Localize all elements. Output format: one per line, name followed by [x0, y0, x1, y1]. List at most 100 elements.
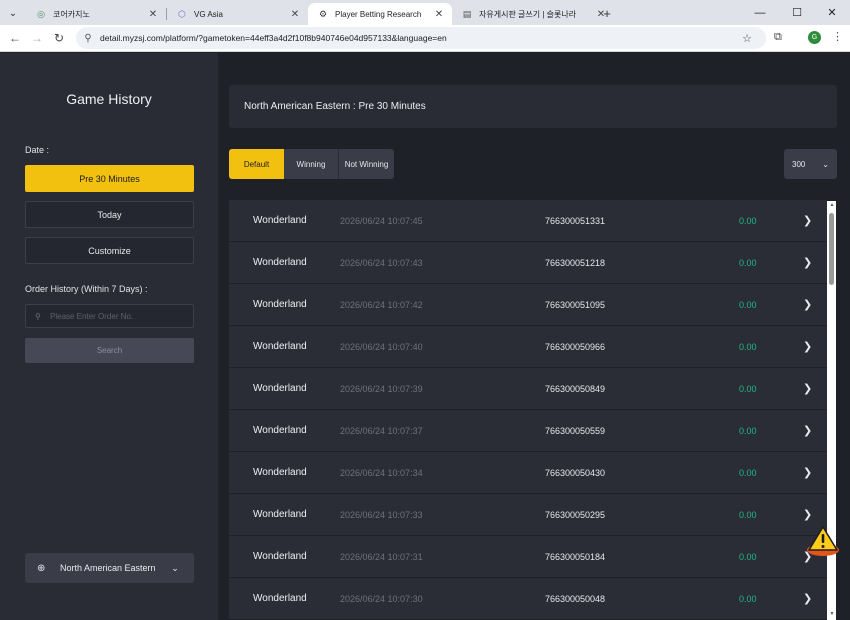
- browser-tab-strip: ⌄ ◎ 코어카지노 ✕ ⬡ VG Asia ✕ ⚙ Player Betting…: [0, 0, 850, 25]
- scrollbar-thumb[interactable]: [829, 213, 834, 285]
- game-name: Wonderland: [253, 299, 307, 310]
- tab-title: 코어카지노: [53, 9, 90, 19]
- win-amount: 0.00: [739, 215, 757, 226]
- browser-menu-icon[interactable]: ⋮: [832, 30, 843, 43]
- bet-time: 2026/06/24 10:07:31: [340, 551, 423, 562]
- game-name: Wonderland: [253, 215, 307, 226]
- order-number: 766300051095: [545, 299, 606, 310]
- chevron-right-icon[interactable]: ❯: [803, 508, 812, 521]
- page-size-select[interactable]: 300 ⌄: [784, 149, 837, 179]
- bet-time: 2026/06/24 10:07:34: [340, 467, 423, 478]
- address-bar[interactable]: ⚲ detail.myzsj.com/platform/?gametoken=4…: [76, 27, 766, 49]
- chevron-right-icon[interactable]: ❯: [803, 340, 812, 353]
- profile-avatar-icon[interactable]: G: [808, 31, 821, 44]
- order-number-input[interactable]: [50, 311, 190, 321]
- table-row[interactable]: Wonderland 2026/06/24 10:07:34 76630005043…: [229, 452, 827, 493]
- tab-search-chevron-down-icon[interactable]: ⌄: [4, 4, 22, 22]
- date-today-button[interactable]: Today: [25, 201, 194, 228]
- table-row[interactable]: Wonderland 2026/06/24 10:07:39 76630005084…: [229, 368, 827, 409]
- chevron-right-icon[interactable]: ❯: [803, 592, 812, 605]
- filter-default-button[interactable]: Default: [229, 149, 284, 179]
- date-pre-30-minutes-button[interactable]: Pre 30 Minutes: [25, 165, 194, 192]
- vg-favicon-icon: ⬡: [178, 8, 186, 19]
- globe-icon: ⊕: [37, 562, 46, 574]
- table-row[interactable]: Wonderland 2026/06/24 10:07:42 76630005109…: [229, 284, 827, 325]
- order-number: 766300050559: [545, 425, 606, 436]
- tab-free-board[interactable]: ▤ 자유게시판 글쓰기 | 슬롯나라 ✕: [452, 3, 614, 25]
- tab-close-icon[interactable]: ✕: [432, 9, 446, 20]
- win-amount: 0.00: [739, 257, 757, 268]
- game-name: Wonderland: [253, 425, 307, 436]
- bet-time: 2026/06/24 10:07:43: [340, 257, 423, 268]
- game-name: Wonderland: [253, 383, 307, 394]
- bet-time: 2026/06/24 10:07:33: [340, 509, 423, 520]
- close-window-icon[interactable]: ✕: [814, 0, 850, 25]
- order-search-field[interactable]: ⚲: [25, 304, 194, 328]
- bet-time: 2026/06/24 10:07:37: [340, 425, 423, 436]
- bookmark-star-icon[interactable]: ☆: [738, 32, 756, 45]
- timezone-select[interactable]: ⊕ North American Eastern ⌄: [25, 553, 194, 583]
- bet-time: 2026/06/24 10:07:40: [340, 341, 423, 352]
- new-tab-button[interactable]: +: [598, 4, 616, 22]
- win-amount: 0.00: [739, 383, 757, 394]
- tab-close-icon[interactable]: ✕: [146, 9, 160, 20]
- win-amount: 0.00: [739, 551, 757, 562]
- table-row[interactable]: Wonderland 2026/06/24 10:07:33 76630005029…: [229, 494, 827, 535]
- order-number: 766300050430: [545, 467, 606, 478]
- chevron-right-icon[interactable]: ❯: [803, 256, 812, 269]
- filter-not-winning-button[interactable]: Not Winning: [339, 149, 394, 179]
- game-name: Wonderland: [253, 467, 307, 478]
- win-amount: 0.00: [739, 467, 757, 478]
- url-text[interactable]: detail.myzsj.com/platform/?gametoken=44e…: [100, 33, 738, 43]
- site-info-icon[interactable]: ⚲: [80, 33, 96, 44]
- game-name: Wonderland: [253, 551, 307, 562]
- chevron-right-icon[interactable]: ❯: [803, 298, 812, 311]
- bet-time: 2026/06/24 10:07:39: [340, 383, 423, 394]
- chevron-right-icon[interactable]: ❯: [803, 466, 812, 479]
- tab-coca-casino[interactable]: ◎ 코어카지노 ✕: [26, 3, 166, 25]
- maximize-icon[interactable]: ☐: [779, 0, 815, 25]
- extensions-puzzle-icon[interactable]: ⧉: [774, 31, 782, 44]
- win-amount: 0.00: [739, 299, 757, 310]
- date-customize-button[interactable]: Customize: [25, 237, 194, 264]
- search-button[interactable]: Search: [25, 338, 194, 363]
- back-arrow-icon[interactable]: ←: [6, 29, 24, 47]
- table-row[interactable]: Wonderland 2026/06/24 10:07:43 76630005121…: [229, 242, 827, 283]
- chevron-down-icon: ⌄: [171, 562, 179, 573]
- order-number: 766300050184: [545, 551, 606, 562]
- scroll-down-arrow-icon[interactable]: ▼: [828, 611, 836, 617]
- order-number: 766300051331: [545, 215, 606, 226]
- minimize-icon[interactable]: —: [742, 0, 778, 25]
- order-number: 766300050295: [545, 509, 606, 520]
- win-amount: 0.00: [739, 425, 757, 436]
- table-row[interactable]: Wonderland 2026/06/24 10:07:30 76630005004…: [229, 578, 827, 619]
- gear-favicon-icon: ⚙: [318, 8, 328, 19]
- table-row[interactable]: Wonderland 2026/06/24 10:07:31 76630005018…: [229, 536, 827, 577]
- scroll-up-arrow-icon[interactable]: ▲: [828, 202, 836, 208]
- chevron-right-icon[interactable]: ❯: [803, 214, 812, 227]
- table-row[interactable]: Wonderland 2026/06/24 10:07:40 76630005096…: [229, 326, 827, 367]
- win-amount: 0.00: [739, 341, 757, 352]
- tab-player-betting-research[interactable]: ⚙ Player Betting Research ✕: [308, 3, 452, 25]
- filter-winning-button[interactable]: Winning: [284, 149, 339, 179]
- chevron-down-icon: ⌄: [822, 159, 829, 169]
- search-icon: ⚲: [35, 311, 41, 321]
- win-amount: 0.00: [739, 509, 757, 520]
- table-row[interactable]: Wonderland 2026/06/24 10:07:45 76630005133…: [229, 200, 827, 241]
- sidebar: Game History Date : Pre 30 Minutes Today…: [0, 53, 218, 620]
- chevron-right-icon[interactable]: ❯: [803, 424, 812, 437]
- tab-title: 자유게시판 글쓰기 | 슬롯나라: [479, 9, 577, 19]
- forward-arrow-icon[interactable]: →: [28, 29, 46, 47]
- chevron-right-icon[interactable]: ❯: [803, 382, 812, 395]
- timezone-label: North American Eastern: [60, 563, 156, 573]
- order-history-label: Order History (Within 7 Days) :: [25, 284, 148, 294]
- warning-icon[interactable]: [806, 524, 840, 558]
- table-row[interactable]: Wonderland 2026/06/24 10:07:37 76630005055…: [229, 410, 827, 451]
- tab-close-icon[interactable]: ✕: [288, 9, 302, 20]
- order-number: 766300051218: [545, 257, 606, 268]
- order-number: 766300050966: [545, 341, 606, 352]
- bet-time: 2026/06/24 10:07:42: [340, 299, 423, 310]
- page-title: Game History: [66, 91, 152, 107]
- reload-icon[interactable]: ↻: [50, 29, 68, 47]
- tab-vg-asia[interactable]: ⬡ VG Asia ✕: [167, 3, 308, 25]
